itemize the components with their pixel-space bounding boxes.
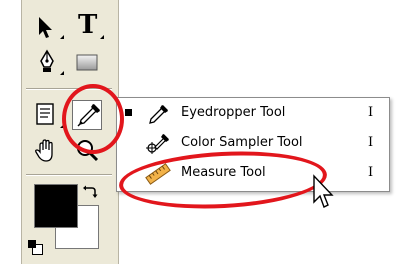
move-arrow-icon <box>39 17 52 38</box>
pen-tool-flyout-corner <box>60 71 64 75</box>
swap-colors-icon[interactable] <box>82 184 98 200</box>
selected-marker <box>125 109 132 116</box>
hand-tool[interactable] <box>31 136 61 166</box>
flyout-item-label: Eyedropper Tool <box>181 105 286 120</box>
type-tool[interactable]: T <box>72 10 102 42</box>
flyout-item-eyedropper[interactable]: Eyedropper Tool I <box>117 101 389 128</box>
eyedropper-icon <box>149 104 169 124</box>
eyedropper-highlight-circle <box>62 84 124 154</box>
hand-icon <box>35 139 53 162</box>
type-icon: T <box>78 10 98 40</box>
flyout-item-shortcut: I <box>368 135 374 150</box>
type-tool-flyout-corner <box>100 35 104 39</box>
foreground-color-swatch[interactable] <box>34 184 78 228</box>
toolbox-divider-2 <box>26 174 112 176</box>
pen-tool[interactable] <box>32 47 62 77</box>
mouse-pointer-icon <box>313 174 334 208</box>
flyout-item-label: Color Sampler Tool <box>181 135 303 150</box>
default-colors-icon[interactable] <box>28 240 43 255</box>
pen-icon <box>40 49 54 72</box>
notes-tool[interactable] <box>31 100 61 130</box>
rectangle-tool[interactable] <box>72 47 102 77</box>
flyout-item-shortcut: I <box>368 105 374 120</box>
flyout-item-shortcut: I <box>368 165 374 180</box>
rectangle-icon <box>76 54 98 71</box>
move-tool-flyout-corner <box>60 35 64 39</box>
notes-icon <box>36 103 54 125</box>
color-sampler-icon <box>146 133 169 154</box>
move-tool[interactable] <box>32 12 62 42</box>
